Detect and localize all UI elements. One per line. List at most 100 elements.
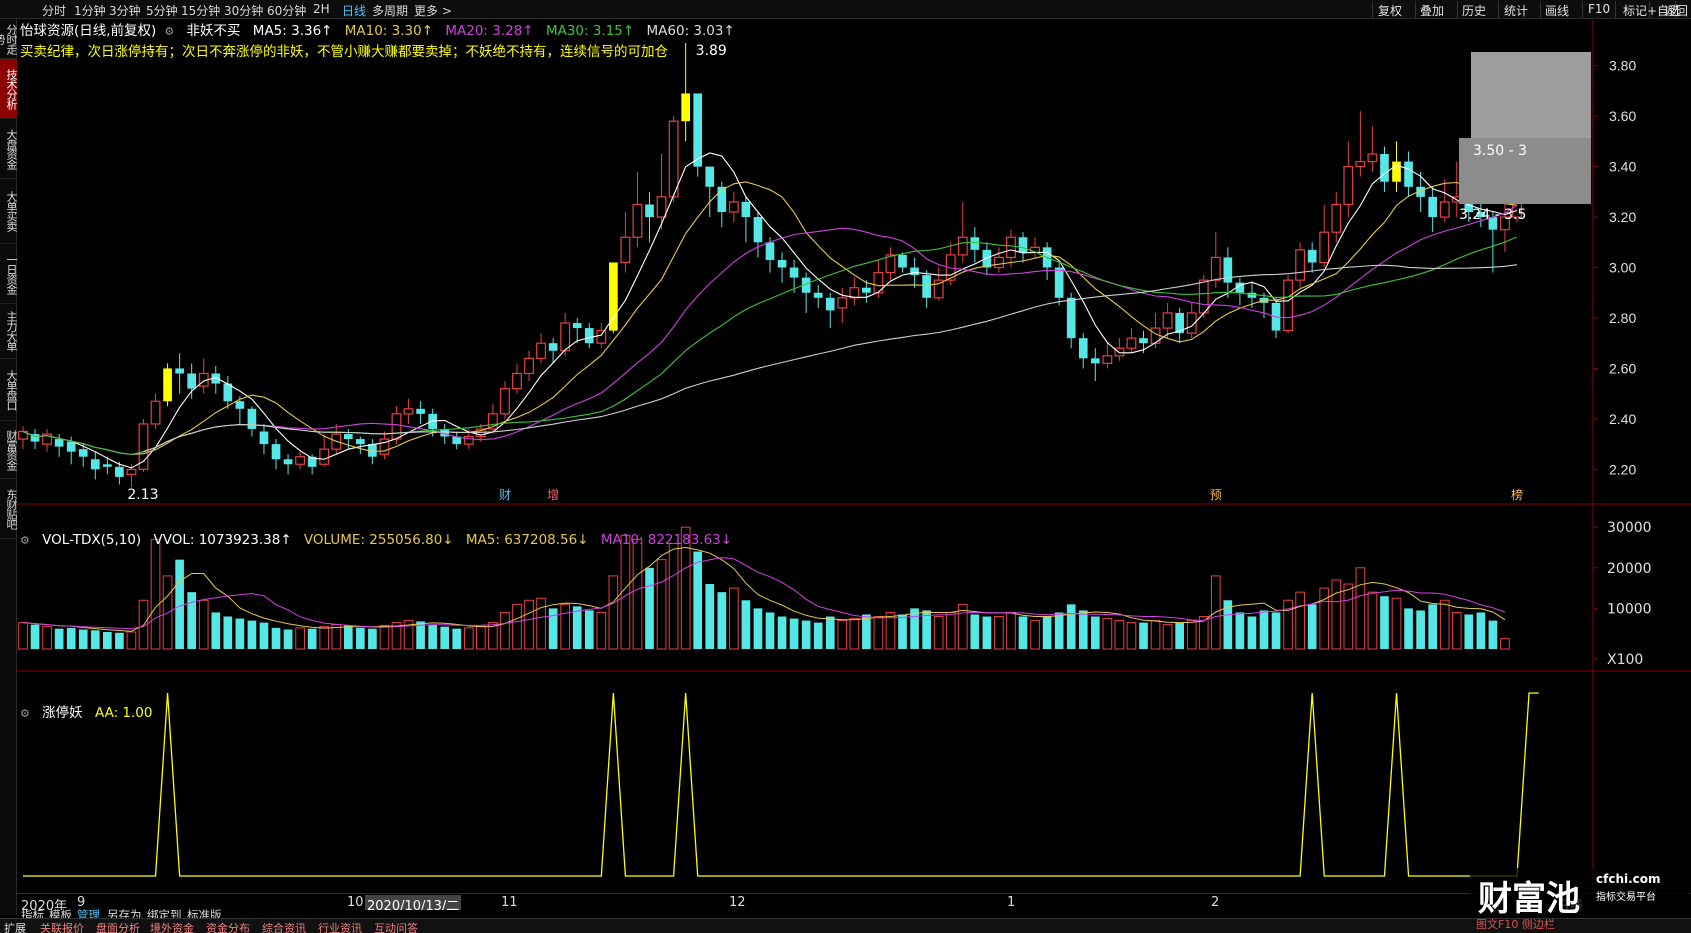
- volume-bar: [801, 620, 811, 649]
- volume-bar: [1114, 620, 1125, 650]
- volume-bar: [1247, 616, 1257, 649]
- toolbar-button-0[interactable]: 复权: [1378, 2, 1402, 19]
- toolbar-button-3[interactable]: 统计: [1504, 2, 1528, 19]
- candle-body: [1054, 267, 1064, 298]
- toolbar-button-1[interactable]: 叠加: [1420, 2, 1444, 19]
- bottom-tab-2[interactable]: 盘面分析: [96, 920, 140, 933]
- candle-body: [391, 413, 402, 440]
- zt-aa-value: AA: 1.00: [94, 705, 153, 721]
- bottom-tab-7[interactable]: 互动问答: [374, 920, 418, 933]
- left-tab-5[interactable]: 主力大单: [0, 304, 18, 359]
- volume-bar: [849, 618, 860, 650]
- bottom-tab-6[interactable]: 行业资讯: [318, 920, 362, 933]
- period-tab-9[interactable]: 多周期: [372, 2, 408, 19]
- toolbar-button-2[interactable]: 历史: [1462, 2, 1486, 19]
- volume-bar: [223, 616, 233, 649]
- volume-bar: [1139, 622, 1148, 649]
- candle-body: [1331, 203, 1342, 233]
- candle-body: [1355, 160, 1366, 168]
- volume-bar: [1367, 591, 1378, 650]
- price-axis-label: 3.00: [1609, 260, 1636, 276]
- volume-bar: [1404, 608, 1413, 649]
- toolbar-separator: [1615, 1, 1616, 18]
- bottom-tab-4[interactable]: 资金分布: [206, 920, 250, 933]
- volume-bar: [428, 624, 437, 649]
- volume-bar: [862, 614, 871, 649]
- candle-body: [150, 400, 161, 425]
- period-tab-5[interactable]: 30分钟: [224, 2, 263, 19]
- left-tab-3[interactable]: 大单买卖: [0, 179, 18, 244]
- volume-bar: [1102, 618, 1113, 650]
- toolbar-separator: [1457, 1, 1458, 18]
- volume-bar: [1464, 614, 1474, 649]
- candle-body: [187, 373, 197, 389]
- period-tab-2[interactable]: 3分钟: [109, 2, 141, 19]
- volume-bar: [42, 626, 52, 650]
- volume-bar: [1428, 604, 1437, 649]
- candle-body: [632, 203, 643, 238]
- settings-gear-icon[interactable]: ⚙: [164, 25, 174, 38]
- volume-bar: [1307, 604, 1317, 649]
- price-axis-label: 3.40: [1609, 159, 1636, 175]
- candle-body: [548, 343, 558, 351]
- candle-body: [560, 322, 571, 352]
- candle-body: [1307, 249, 1317, 263]
- event-marker: 增: [547, 488, 559, 502]
- zt-name: 涨停妖: [42, 705, 83, 721]
- volume-gear-icon[interactable]: ⚙: [20, 534, 30, 547]
- toolbar-separator: [1540, 1, 1541, 18]
- candle-body: [1090, 358, 1100, 364]
- period-tab-8[interactable]: 日线: [342, 2, 366, 19]
- volume-bar: [247, 620, 257, 649]
- candle-body: [1319, 231, 1330, 264]
- candle-body: [717, 186, 727, 213]
- period-tab-6[interactable]: 60分钟: [267, 2, 306, 19]
- left-tab-8[interactable]: 东财贴吧: [0, 479, 18, 539]
- volume-bar: [115, 632, 124, 649]
- left-tab-7[interactable]: 财富资金: [0, 421, 18, 479]
- volume-bar: [910, 608, 919, 649]
- volume-bar: [608, 575, 619, 650]
- toolbar-button-5[interactable]: F10: [1588, 2, 1610, 16]
- period-tab-7[interactable]: 2H: [313, 2, 330, 16]
- bottom-tab-0[interactable]: 扩展: [4, 920, 26, 933]
- volume-bar: [813, 622, 823, 649]
- bottom-tab-1[interactable]: 关联报价: [40, 920, 84, 933]
- volume-bar: [1476, 612, 1486, 649]
- period-tab-0[interactable]: 分时: [42, 2, 66, 19]
- left-tab-0[interactable]: 分时走势: [0, 19, 18, 59]
- bottom-tab-5[interactable]: 综合资讯: [262, 920, 306, 933]
- watermark: 财富池 cfchi.com 指标交易平台 图文F10 侧边栏: [1470, 868, 1690, 931]
- volume-bar: [235, 618, 245, 649]
- left-tab-4[interactable]: 一日资金: [0, 244, 18, 304]
- price-axis-label: 3.80: [1609, 58, 1636, 74]
- period-tab-1[interactable]: 1分钟: [74, 2, 106, 19]
- period-tab-3[interactable]: 5分钟: [146, 2, 178, 19]
- left-tab-6[interactable]: 大单盘口: [0, 359, 18, 421]
- volume-ma-line: [22, 557, 1506, 630]
- volume-axis-label: 10000: [1607, 601, 1652, 617]
- toolbar-button-4[interactable]: 画线: [1545, 2, 1569, 19]
- candle-body: [765, 242, 775, 260]
- volume-bar: [187, 592, 197, 649]
- volume-bar: [765, 612, 775, 649]
- volume-bar: [1066, 604, 1076, 649]
- candle-body: [416, 408, 425, 414]
- zt-signal-line: [23, 692, 1539, 877]
- bottom-tab-3[interactable]: 境外资金: [150, 920, 194, 933]
- period-tab-10[interactable]: 更多 >: [414, 2, 452, 19]
- toolbar-button-6[interactable]: 标记: [1623, 2, 1647, 19]
- left-tab-1[interactable]: 技术分析: [0, 59, 18, 119]
- volume-bar: [632, 538, 643, 650]
- candle-body: [1126, 337, 1137, 349]
- candle-body: [54, 439, 64, 447]
- volume-bar: [741, 600, 751, 649]
- period-tab-4[interactable]: 15分钟: [181, 2, 220, 19]
- kline-chart[interactable]: 3.80 3.60 3.40 3.20 3.00 2.80 2.60 2.40 2.20 3.50…: [17, 19, 1691, 893]
- volume-bar: [837, 620, 848, 650]
- candle-body: [126, 468, 137, 475]
- toolbar-button-8[interactable]: 返回: [1664, 2, 1688, 19]
- watermark-slogan: 指标交易平台: [1596, 892, 1656, 903]
- left-tab-2[interactable]: 大盘资金: [0, 119, 18, 179]
- zt-gear-icon[interactable]: ⚙: [20, 707, 30, 720]
